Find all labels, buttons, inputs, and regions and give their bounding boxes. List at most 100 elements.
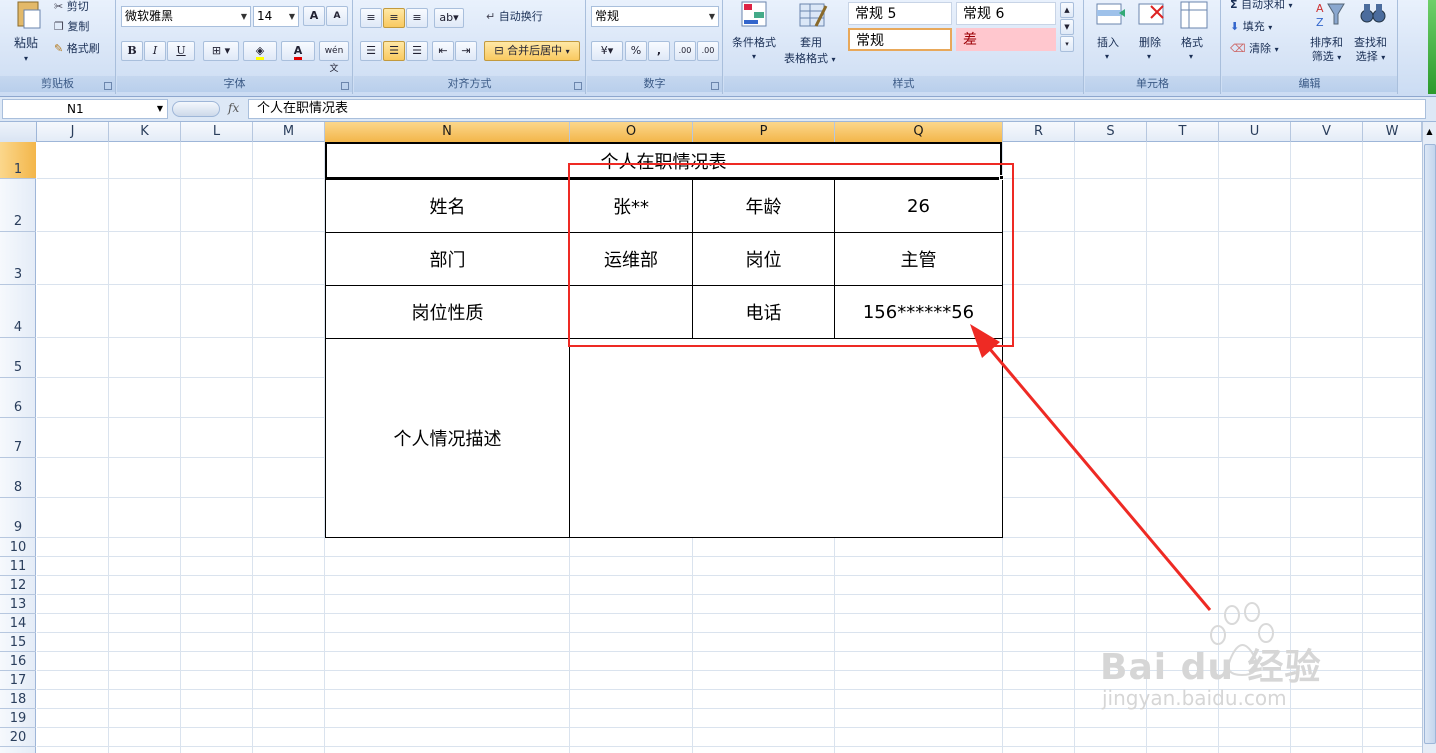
row-header[interactable]: 2 [0, 179, 36, 232]
column-header[interactable]: M [253, 122, 325, 142]
cut-button[interactable]: ✂ 剪切 [54, 0, 89, 14]
clipboard-launcher-icon[interactable] [104, 82, 112, 90]
row-header[interactable]: 8 [0, 458, 36, 498]
style-bad[interactable]: 差 [956, 28, 1056, 51]
row-header[interactable]: 10 [0, 538, 36, 557]
column-header[interactable]: T [1147, 122, 1219, 142]
font-size-select[interactable]: 14 ▼ [253, 6, 299, 27]
merge-center-button[interactable]: ⊟ 合并后居中 ▾ [484, 41, 580, 61]
alignment-launcher-icon[interactable] [574, 82, 582, 90]
sort-filter-button[interactable]: 排序和 筛选 ▾ [1310, 36, 1343, 65]
row-header[interactable]: 15 [0, 633, 36, 652]
clear-button[interactable]: ⌫ 清除 ▾ [1230, 42, 1279, 57]
style-normal[interactable]: 常规 [848, 28, 952, 51]
format-dropdown-icon[interactable]: ▾ [1189, 50, 1193, 64]
row-header[interactable]: 14 [0, 614, 36, 633]
row-header[interactable]: 7 [0, 418, 36, 458]
align-bottom-button[interactable]: ≡ [406, 8, 428, 28]
column-header[interactable]: U [1219, 122, 1291, 142]
column-header[interactable]: J [37, 122, 109, 142]
italic-button[interactable]: I [144, 41, 166, 61]
delete-dropdown-icon[interactable]: ▾ [1147, 50, 1151, 64]
scroll-thumb[interactable] [1424, 144, 1436, 744]
orientation-button[interactable]: ab▾ [434, 8, 464, 28]
copy-button[interactable]: ❐ 复制 [54, 20, 89, 34]
formula-splitter[interactable] [172, 101, 220, 117]
scroll-up-button[interactable]: ▲ [1423, 122, 1436, 142]
column-header[interactable]: V [1291, 122, 1363, 142]
number-launcher-icon[interactable] [711, 82, 719, 90]
font-launcher-icon[interactable] [341, 82, 349, 90]
row-header[interactable]: 9 [0, 498, 36, 538]
shrink-font-button[interactable]: A [326, 6, 348, 26]
format-painter-button[interactable]: ✎ 格式刷 [54, 42, 100, 56]
styles-scroll-up-button[interactable]: ▲ [1060, 2, 1074, 18]
paste-dropdown-icon[interactable]: ▾ [24, 52, 28, 66]
autosum-button[interactable]: Σ 自动求和 ▾ [1230, 0, 1293, 13]
fx-button[interactable]: fx [228, 101, 239, 115]
select-all-button[interactable] [0, 122, 37, 142]
style-normal6[interactable]: 常规 6 [956, 2, 1056, 25]
find-select-icon[interactable] [1358, 0, 1388, 30]
sort-filter-icon[interactable]: AZ [1316, 0, 1346, 30]
increase-decimal-button[interactable]: .00 [674, 41, 696, 61]
increase-indent-button[interactable]: ⇥ [455, 41, 477, 61]
currency-button[interactable]: ¥▾ [591, 41, 623, 61]
column-header[interactable]: W [1363, 122, 1422, 142]
row-header[interactable]: 1 [0, 142, 36, 179]
font-color-button[interactable]: A [281, 41, 315, 61]
delete-icon[interactable] [1137, 0, 1167, 30]
conditional-format-button[interactable]: 条件格式 [732, 36, 776, 50]
table-format-icon[interactable] [798, 0, 828, 30]
row-header[interactable]: 3 [0, 232, 36, 285]
grow-font-button[interactable]: A [303, 6, 325, 26]
format-button[interactable]: 格式 [1181, 36, 1203, 50]
table-format-button-line2[interactable]: 表格格式 ▾ [784, 52, 836, 67]
align-center-button[interactable]: ☰ [383, 41, 405, 61]
column-header[interactable]: O [570, 122, 693, 142]
align-middle-button[interactable]: ≡ [383, 8, 405, 28]
name-box[interactable]: N1 ▼ [2, 99, 168, 119]
column-header[interactable]: R [1003, 122, 1075, 142]
align-top-button[interactable]: ≡ [360, 8, 382, 28]
formula-input[interactable]: 个人在职情况表 [248, 99, 1426, 119]
row-header[interactable]: 12 [0, 576, 36, 595]
row-header[interactable]: 6 [0, 378, 36, 418]
name-label-cell[interactable]: 姓名 [325, 179, 570, 233]
column-header[interactable]: S [1075, 122, 1147, 142]
column-header[interactable]: L [181, 122, 253, 142]
delete-button[interactable]: 删除 [1139, 36, 1161, 50]
conditional-format-dropdown-icon[interactable]: ▾ [752, 50, 756, 64]
insert-button[interactable]: 插入 [1097, 36, 1119, 50]
font-name-select[interactable]: 微软雅黑 ▼ [121, 6, 251, 27]
fill-color-button[interactable]: ◈ [243, 41, 277, 61]
column-header[interactable]: K [109, 122, 181, 142]
border-button[interactable]: ⊞ ▾ [203, 41, 239, 61]
align-left-button[interactable]: ☰ [360, 41, 382, 61]
format-icon[interactable] [1179, 0, 1209, 30]
row-header[interactable]: 19 [0, 709, 36, 728]
find-select-button[interactable]: 查找和 选择 ▾ [1354, 36, 1387, 65]
row-header[interactable]: 13 [0, 595, 36, 614]
bold-button[interactable]: B [121, 41, 143, 61]
nature-label-cell[interactable]: 岗位性质 [325, 285, 570, 339]
wrap-text-button[interactable]: ↵ 自动换行 [486, 10, 543, 24]
styles-more-button[interactable]: ▾ [1060, 36, 1074, 52]
fill-button[interactable]: ⬇ 填充 ▾ [1230, 20, 1272, 35]
decrease-decimal-button[interactable]: .00 [697, 41, 719, 61]
column-header[interactable]: P [693, 122, 835, 142]
row-header[interactable]: 17 [0, 671, 36, 690]
styles-scroll-down-button[interactable]: ▼ [1060, 19, 1074, 35]
row-header[interactable]: 5 [0, 338, 36, 378]
underline-button[interactable]: U [167, 41, 195, 61]
decrease-indent-button[interactable]: ⇤ [432, 41, 454, 61]
paste-icon[interactable] [14, 0, 44, 30]
align-right-button[interactable]: ☰ [406, 41, 428, 61]
insert-icon[interactable] [1095, 0, 1125, 30]
column-header[interactable]: Q [835, 122, 1003, 142]
dept-label-cell[interactable]: 部门 [325, 232, 570, 286]
insert-dropdown-icon[interactable]: ▾ [1105, 50, 1109, 64]
row-header[interactable]: 20 [0, 728, 36, 747]
table-format-button-line1[interactable]: 套用 [800, 36, 822, 50]
conditional-format-icon[interactable] [740, 0, 770, 30]
